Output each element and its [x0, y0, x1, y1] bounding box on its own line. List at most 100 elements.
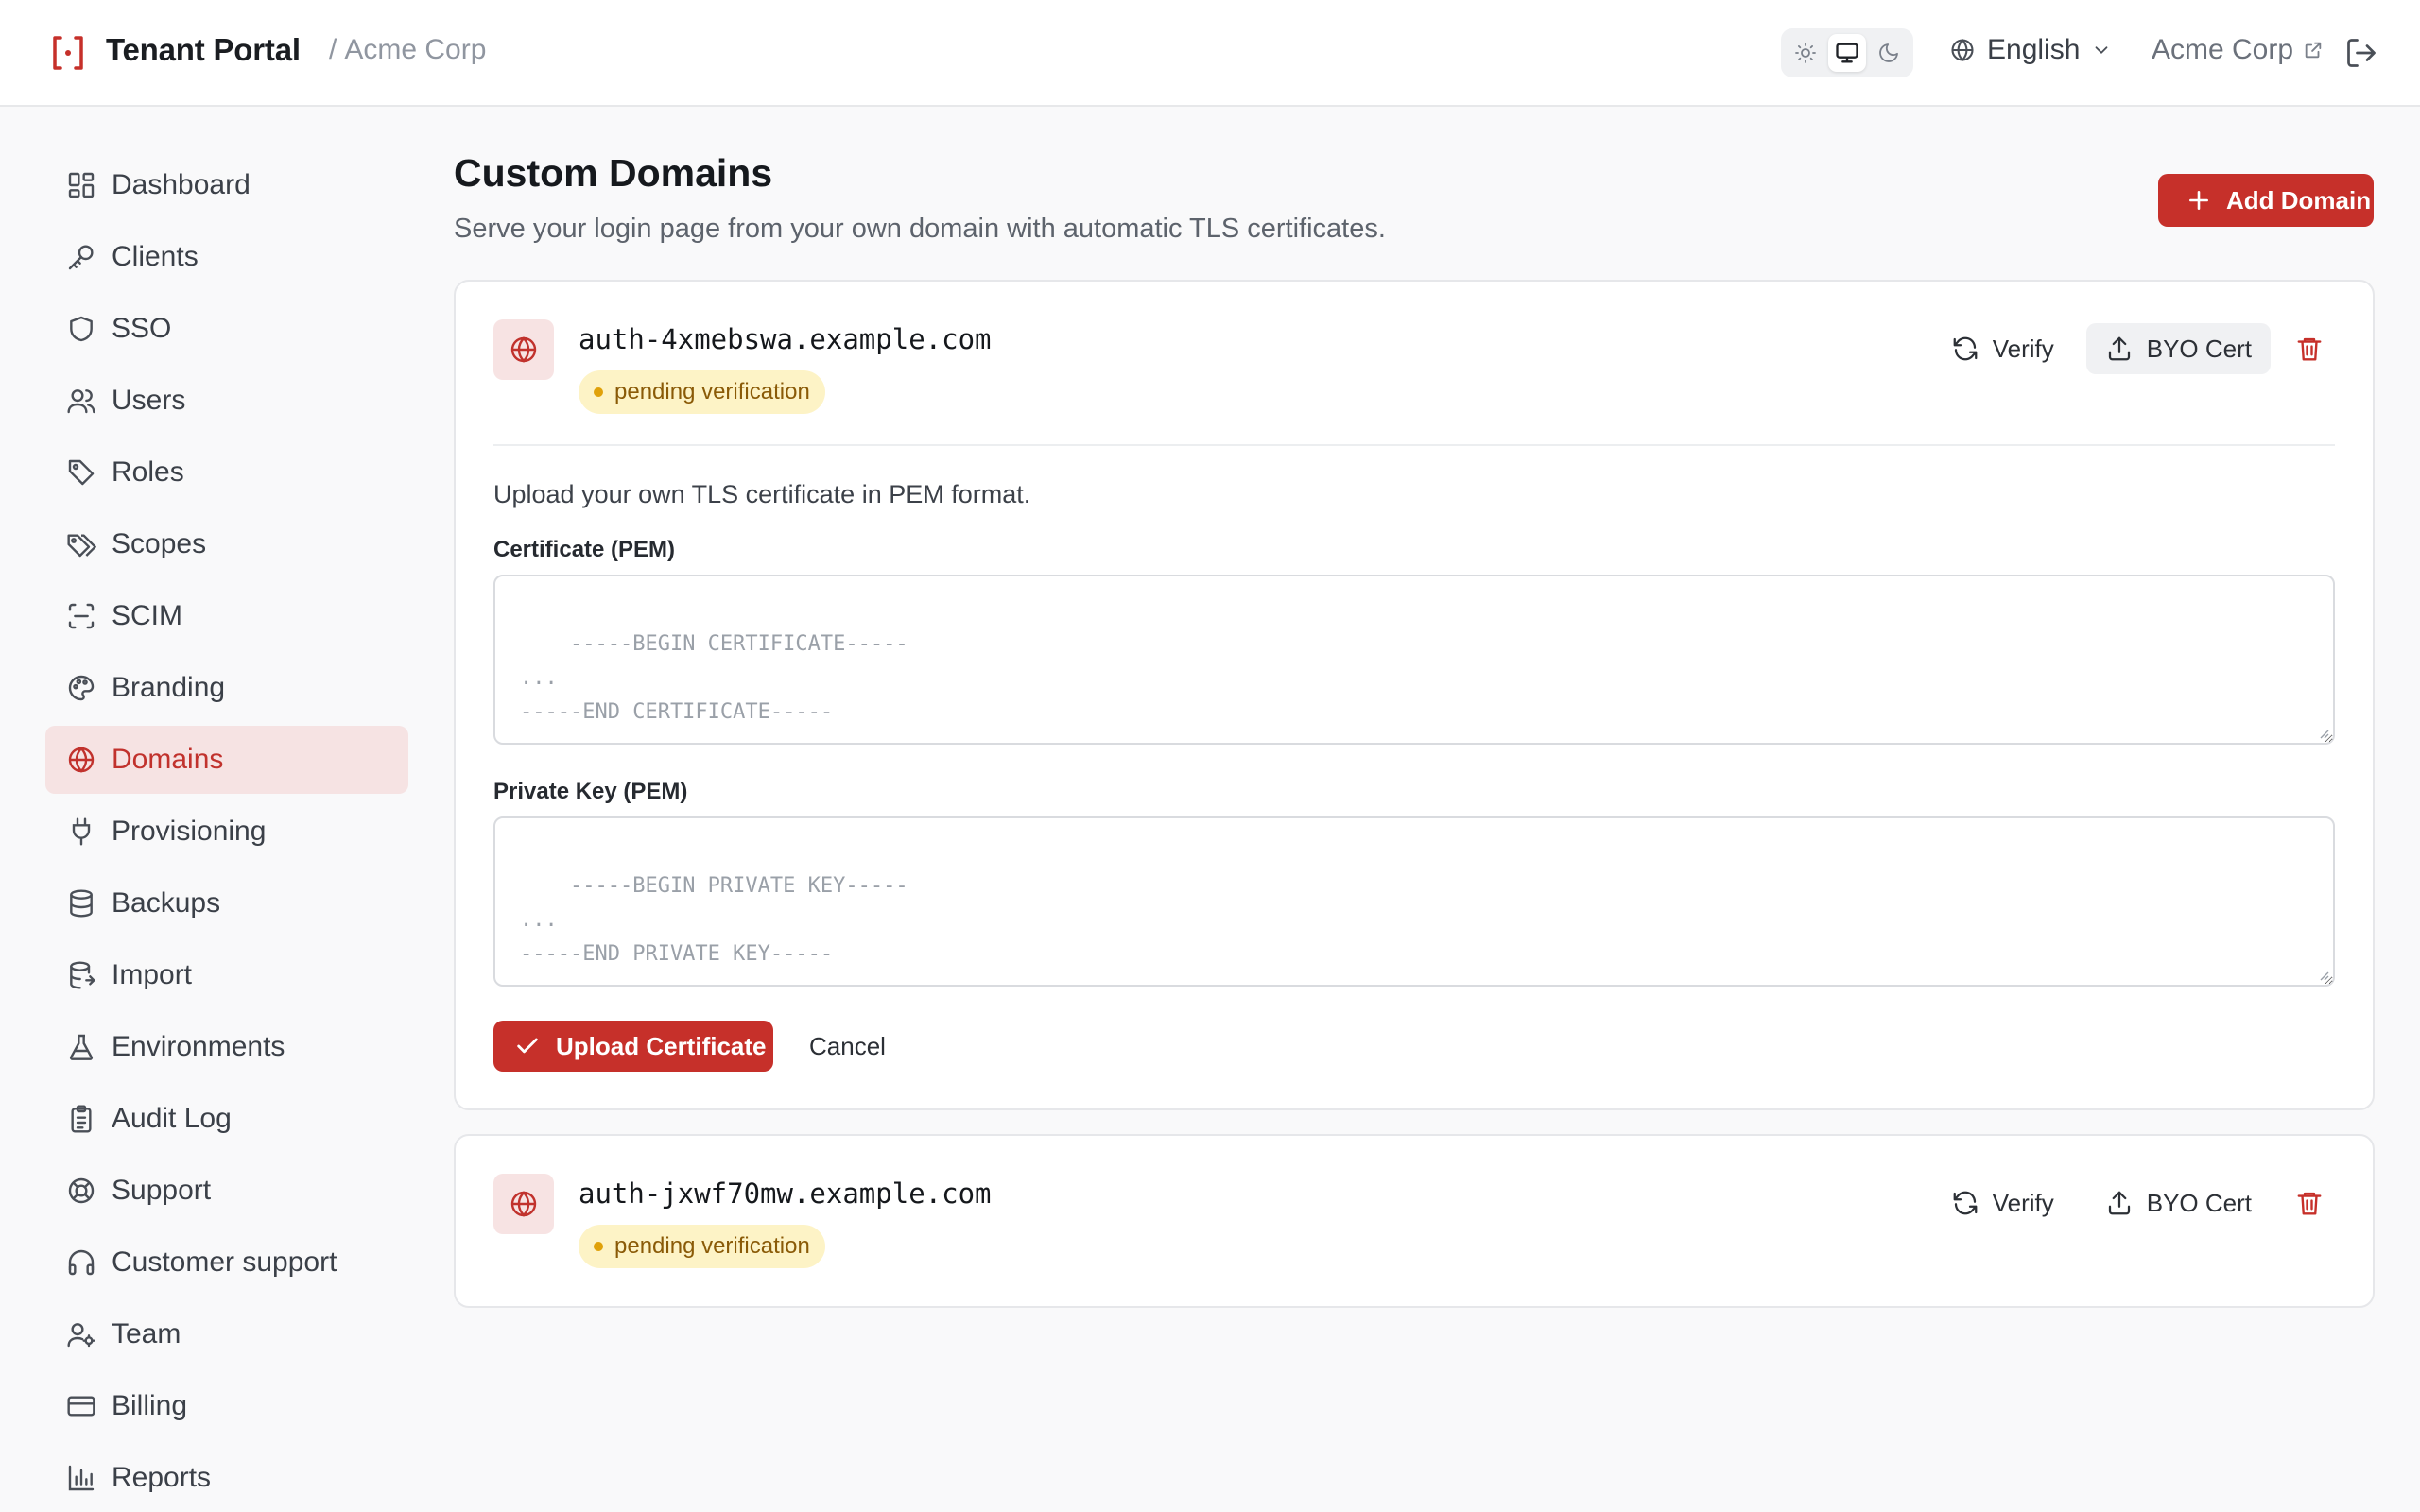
- byo-cert-label: BYO Cert: [2146, 334, 2252, 363]
- sidebar-item-label: Dashboard: [112, 169, 251, 200]
- sidebar-item-label: Team: [112, 1318, 182, 1349]
- delete-domain-button[interactable]: [2284, 1177, 2335, 1228]
- private-key-label: Private Key (PEM): [493, 779, 688, 804]
- byo-cert-button[interactable]: BYO Cert: [2086, 1177, 2271, 1228]
- sidebar-item-dashboard[interactable]: Dashboard: [45, 151, 408, 219]
- top-bar: Tenant Portal /Acme Corp English Acme C: [0, 0, 2420, 107]
- globe-icon: [68, 747, 95, 773]
- domain-name: auth-4xmebswa.example.com: [579, 323, 992, 355]
- upload-certificate-label: Upload Certificate: [556, 1031, 767, 1060]
- status-dot: [594, 1242, 603, 1251]
- flask-icon: [69, 1034, 94, 1060]
- credit-card-icon: [67, 1396, 95, 1417]
- resize-handle-icon[interactable]: [2316, 726, 2329, 739]
- page-subtitle: Serve your login page from your own doma…: [454, 214, 1386, 244]
- chevron-down-icon: [2095, 46, 2108, 54]
- clipboard-icon: [71, 1105, 92, 1133]
- sidebar-item-label: Environments: [112, 1031, 285, 1062]
- check-icon: [517, 1038, 538, 1054]
- logo-icon[interactable]: [51, 34, 85, 72]
- add-domain-button[interactable]: Add Domain: [2158, 174, 2374, 227]
- sidebar-item-label: Roles: [112, 456, 184, 488]
- sidebar-item-label: Reports: [112, 1462, 212, 1493]
- lifebuoy-icon: [68, 1177, 95, 1204]
- upload-certificate-button[interactable]: Upload Certificate: [493, 1021, 773, 1072]
- theme-light-button[interactable]: [1787, 34, 1824, 72]
- verify-button[interactable]: Verify: [1932, 1177, 2073, 1228]
- sidebar-item-branding[interactable]: Branding: [45, 654, 408, 722]
- sidebar-item-label: Billing: [112, 1390, 188, 1421]
- domain-badge: [493, 1174, 554, 1234]
- status-label: pending verification: [614, 379, 810, 404]
- sidebar-item-label: Branding: [112, 672, 226, 703]
- domain-name: auth-jxwf70mw.example.com: [579, 1177, 992, 1210]
- bar-chart-icon: [68, 1465, 95, 1491]
- users-icon: [67, 389, 95, 414]
- sidebar-item-sso[interactable]: SSO: [45, 295, 408, 363]
- sidebar-item-scim[interactable]: SCIM: [45, 582, 408, 650]
- app-title[interactable]: Tenant Portal: [106, 32, 301, 68]
- tenant-external-link[interactable]: Acme Corp: [2152, 34, 2324, 66]
- sidebar-item-label: Scopes: [112, 528, 207, 559]
- status-badge: pending verification: [579, 1225, 825, 1268]
- theme-system-button[interactable]: [1828, 34, 1866, 72]
- upload-icon: [2108, 1191, 2130, 1215]
- theme-switcher: [1781, 28, 1913, 77]
- cancel-button[interactable]: Cancel: [809, 1021, 886, 1072]
- sidebar-item-customer-support[interactable]: Customer support: [45, 1228, 408, 1297]
- refresh-icon: [1953, 336, 1978, 361]
- shield-icon: [70, 316, 93, 342]
- sidebar-item-label: Users: [112, 385, 186, 416]
- status-dot: [594, 387, 603, 397]
- sidebar-item-label: Clients: [112, 241, 199, 272]
- sidebar-item-backups[interactable]: Backups: [45, 869, 408, 937]
- add-domain-label: Add Domain: [2226, 185, 2372, 215]
- sidebar-item-reports[interactable]: Reports: [45, 1444, 408, 1512]
- sidebar-item-team[interactable]: Team: [45, 1300, 408, 1368]
- theme-dark-button[interactable]: [1870, 34, 1908, 72]
- certificate-label: Certificate (PEM): [493, 537, 676, 562]
- breadcrumb: / Acme Corp: [321, 34, 486, 66]
- sidebar-item-users[interactable]: Users: [45, 367, 408, 435]
- sidebar-item-domains[interactable]: Domains: [45, 726, 408, 794]
- sidebar-item-support[interactable]: Support: [45, 1157, 408, 1225]
- verify-button[interactable]: Verify: [1932, 323, 2073, 374]
- scan-icon: [68, 603, 95, 629]
- language-selector[interactable]: English: [1949, 34, 2112, 66]
- page-title: Custom Domains: [454, 151, 773, 195]
- database-icon: [70, 889, 93, 918]
- sidebar-item-environments[interactable]: Environments: [45, 1013, 408, 1081]
- verify-label: Verify: [1992, 334, 2054, 363]
- sidebar-item-billing[interactable]: Billing: [45, 1372, 408, 1440]
- certificate-textarea[interactable]: -----BEGIN CERTIFICATE----- ... -----END…: [493, 575, 2335, 745]
- upload-hint: Upload your own TLS certificate in PEM f…: [493, 480, 1031, 508]
- database-import-icon: [70, 961, 96, 989]
- globe-icon: [510, 1191, 537, 1217]
- tags-icon: [67, 534, 96, 558]
- resize-handle-icon[interactable]: [2316, 968, 2329, 981]
- certificate-placeholder: -----BEGIN CERTIFICATE----- ... -----END…: [520, 632, 908, 724]
- domain-actions: Verify BYO Cert: [1932, 1177, 2335, 1228]
- headphones-icon: [68, 1249, 95, 1276]
- breadcrumb-separator: /: [329, 34, 337, 65]
- byo-cert-button[interactable]: BYO Cert: [2085, 323, 2271, 374]
- globe-icon: [1951, 38, 1974, 62]
- sidebar-item-provisioning[interactable]: Provisioning: [45, 798, 408, 866]
- card-divider: [493, 444, 2335, 446]
- sidebar-item-clients[interactable]: Clients: [45, 223, 408, 291]
- logout-icon[interactable]: [2344, 36, 2378, 70]
- sidebar-item-roles[interactable]: Roles: [45, 438, 408, 507]
- user-cog-icon: [67, 1323, 95, 1348]
- sidebar-item-label: SCIM: [112, 600, 182, 631]
- sidebar-item-import[interactable]: Import: [45, 941, 408, 1009]
- private-key-textarea[interactable]: -----BEGIN PRIVATE KEY----- ... -----END…: [493, 816, 2335, 987]
- private-key-placeholder: -----BEGIN PRIVATE KEY----- ... -----END…: [520, 874, 908, 966]
- sidebar-item-label: Domains: [112, 744, 224, 775]
- sidebar-item-scopes[interactable]: Scopes: [45, 510, 408, 578]
- domain-card: auth-jxwf70mw.example.com pending verifi…: [454, 1134, 2375, 1308]
- sidebar-item-audit-log[interactable]: Audit Log: [45, 1085, 408, 1153]
- sidebar-item-label: Support: [112, 1175, 212, 1206]
- delete-domain-button[interactable]: [2284, 323, 2335, 374]
- upload-icon: [2108, 336, 2130, 361]
- dashboard-icon: [68, 172, 95, 198]
